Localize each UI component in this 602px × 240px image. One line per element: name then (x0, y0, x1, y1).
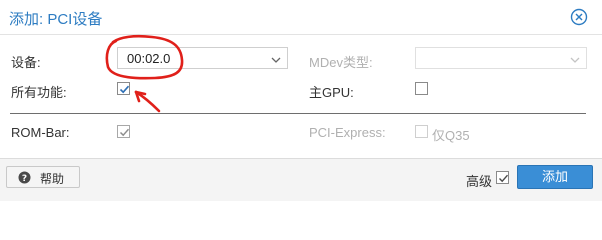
svg-text:?: ? (22, 174, 27, 184)
advanced-checkbox[interactable] (496, 171, 509, 184)
primary-gpu-checkbox[interactable] (415, 82, 428, 95)
all-functions-label: 所有功能: (11, 85, 67, 100)
help-label: 帮助 (40, 172, 65, 186)
device-select[interactable]: 00:02.0 (117, 47, 288, 69)
mdev-select[interactable] (415, 47, 587, 69)
section-divider (10, 113, 586, 114)
device-label: 设备: (11, 55, 41, 70)
chevron-down-icon[interactable] (270, 53, 282, 63)
device-value: 00:02.0 (127, 51, 171, 66)
dialog-titlebar: 添加: PCI设备 (0, 0, 602, 35)
chevron-down-icon[interactable] (569, 53, 581, 63)
mdev-label: MDev类型: (309, 55, 373, 70)
dialog-footer (0, 158, 602, 201)
dialog-title: 添加: PCI设备 (9, 11, 103, 28)
add-button[interactable]: 添加 (517, 165, 593, 189)
primary-gpu-label: 主GPU: (309, 85, 354, 100)
all-functions-checkbox[interactable] (117, 82, 130, 95)
rombar-checkbox[interactable] (117, 125, 130, 138)
question-circle-icon: ? (18, 171, 31, 187)
help-button[interactable]: ? 帮助 (6, 166, 80, 188)
rombar-label: ROM-Bar: (11, 125, 70, 140)
q35-label: 仅Q35 (432, 128, 470, 143)
pcie-checkbox[interactable] (415, 125, 428, 138)
advanced-label: 高级 (466, 174, 493, 189)
pcie-label: PCI-Express: (309, 125, 386, 140)
close-icon[interactable] (570, 8, 588, 26)
